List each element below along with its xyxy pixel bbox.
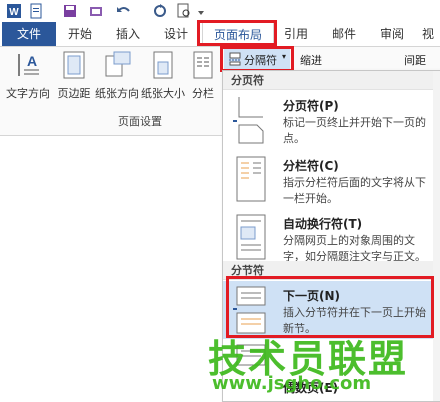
menu-item-text-wrapping-break[interactable]: 自动换行符(T) 分隔网页上的对象周围的文字，如分隔题注文字与正文。 xyxy=(223,209,440,267)
tab-file[interactable]: 文件 xyxy=(2,22,56,46)
orientation-label: 纸张方向 xyxy=(95,87,139,100)
tab-insert[interactable]: 插入 xyxy=(108,22,148,46)
columns-button[interactable]: 分栏 xyxy=(190,50,216,101)
menu-item-column-break[interactable]: 分栏符(C) 指示分栏符后面的文字将从下一栏开始。 xyxy=(223,151,440,209)
tab-view[interactable]: 视 xyxy=(416,22,440,46)
margins-button[interactable]: 页边距 xyxy=(54,50,94,101)
word-logo-icon: W xyxy=(7,4,21,18)
page-break-icon xyxy=(233,97,264,144)
redo-icon[interactable] xyxy=(152,3,168,19)
size-button[interactable]: 纸张大小 xyxy=(140,50,186,101)
svg-text:W: W xyxy=(9,7,19,18)
margins-icon xyxy=(63,51,85,79)
orientation-button[interactable]: 纸张方向 xyxy=(94,50,140,101)
column-break-icon xyxy=(236,156,266,202)
orientation-icon xyxy=(105,51,131,77)
indent-label[interactable]: 缩进 xyxy=(300,52,322,68)
tab-home[interactable]: 开始 xyxy=(60,22,100,46)
tab-references[interactable]: 引用 xyxy=(276,22,316,46)
page-setup-group-label: 页面设置 xyxy=(118,115,162,128)
menu-item-title: 分栏符(C) xyxy=(283,159,339,173)
quick-access-toolbar: W xyxy=(0,0,440,22)
breaks-highlight-box xyxy=(220,46,294,72)
tab-highlight-box xyxy=(197,20,277,46)
text-direction-label: 文字方向 xyxy=(6,87,50,100)
save-icon[interactable] xyxy=(62,3,78,19)
customize-toolbar-icon[interactable] xyxy=(196,3,206,19)
text-wrapping-break-icon xyxy=(236,214,266,260)
tab-design[interactable]: 设计 xyxy=(156,22,196,46)
size-label: 纸张大小 xyxy=(141,87,185,100)
page-breaks-header: 分页符 xyxy=(223,71,440,90)
menu-item-page-break[interactable]: 分页符(P) 标记一页终止并开始下一页的点。 xyxy=(223,91,440,151)
text-direction-button[interactable]: A 文字方向 xyxy=(4,50,52,101)
menu-scrollbar[interactable] xyxy=(433,71,440,401)
menu-item-title: 分页符(P) xyxy=(283,99,339,113)
columns-label: 分栏 xyxy=(192,87,214,100)
menu-item-description: 标记一页终止并开始下一页的点。 xyxy=(283,116,426,145)
spacing-label[interactable]: 间距 xyxy=(404,52,426,68)
margins-label: 页边距 xyxy=(57,87,91,100)
undo-icon[interactable] xyxy=(114,3,134,19)
columns-icon xyxy=(193,51,213,79)
docx-file-icon[interactable] xyxy=(28,3,44,19)
tab-mailings[interactable]: 邮件 xyxy=(324,22,364,46)
print-preview-icon[interactable] xyxy=(176,3,192,19)
open-folder-icon[interactable] xyxy=(88,3,104,19)
text-direction-icon: A xyxy=(18,53,39,76)
svg-text:A: A xyxy=(27,53,37,69)
tab-review[interactable]: 审阅 xyxy=(372,22,412,46)
menu-item-description: 指示分栏符后面的文字将从下一栏开始。 xyxy=(283,176,426,205)
menu-item-title: 自动换行符(T) xyxy=(283,217,363,231)
watermark-url: www.jsgho.com xyxy=(212,373,372,394)
paper-size-icon xyxy=(153,51,173,79)
